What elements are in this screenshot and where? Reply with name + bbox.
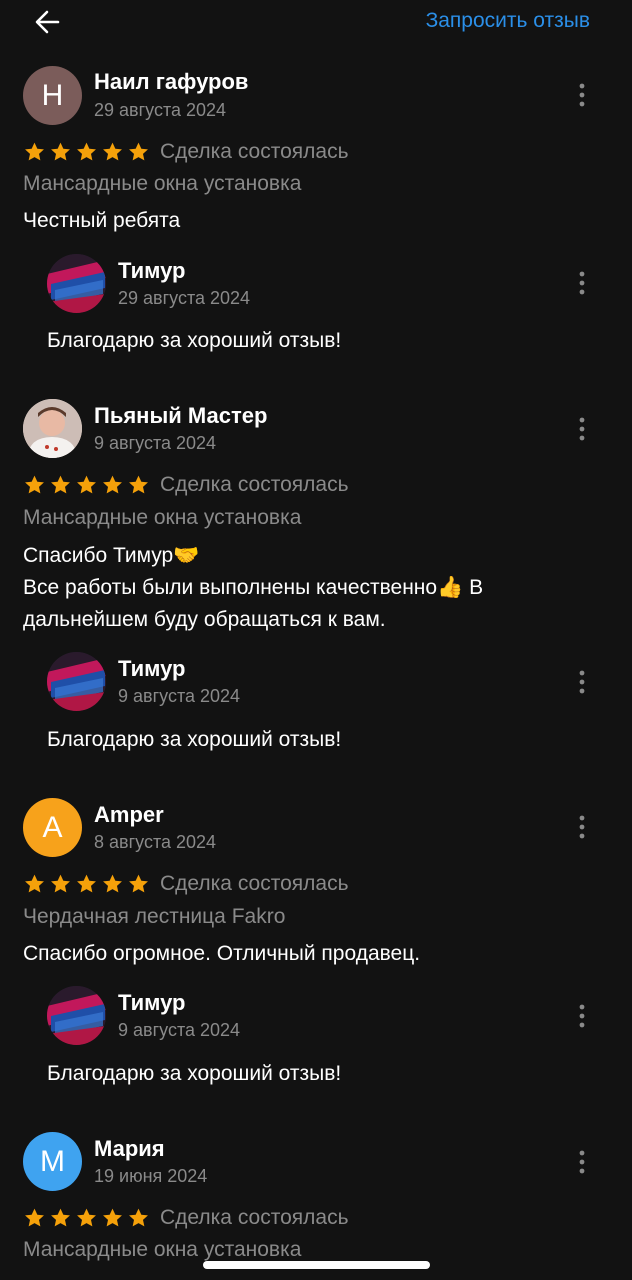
request-review-link[interactable]: Запросить отзыв	[426, 9, 590, 33]
deal-status: Сделка состоялась	[160, 140, 349, 163]
back-button[interactable]	[30, 6, 64, 38]
more-menu-button[interactable]	[571, 1147, 593, 1177]
deal-status: Сделка состоялась	[160, 1206, 349, 1229]
more-menu-button[interactable]	[571, 80, 593, 110]
reply-menu-button[interactable]	[571, 667, 593, 697]
star-rating	[23, 474, 150, 496]
avatar: Н	[23, 66, 82, 125]
review-category: Мансардные окна установка	[23, 1238, 302, 1261]
star-icon	[51, 142, 70, 161]
more-vertical-icon	[579, 271, 585, 295]
reviewer-name[interactable]: Amper	[94, 802, 164, 828]
star-icon	[77, 874, 96, 893]
star-icon	[77, 475, 96, 494]
reply-text: Благодарю за хороший отзыв!	[47, 1062, 342, 1085]
star-icon	[51, 475, 70, 494]
star-icon	[129, 475, 148, 494]
star-icon	[129, 142, 148, 161]
reply-menu-button[interactable]	[571, 268, 593, 298]
avatar	[23, 399, 82, 458]
review-date: 9 августа 2024	[94, 433, 217, 453]
review-date: 8 августа 2024	[94, 832, 217, 852]
rating-row: Сделка состоялась	[23, 871, 349, 897]
reply-text: Благодарю за хороший отзыв!	[47, 728, 342, 751]
star-icon	[103, 475, 122, 494]
more-menu-button[interactable]	[571, 414, 593, 444]
more-vertical-icon	[579, 1150, 585, 1174]
seller-avatar	[47, 254, 106, 313]
reviewer-name[interactable]: Пьяный Мастер	[94, 403, 267, 429]
reviewer-name[interactable]: Мария	[94, 1136, 165, 1162]
review-text: Спасибо Тимур🤝 Все работы были выполнены…	[23, 540, 608, 636]
review-text-line: Спасибо Тимур🤝	[23, 544, 200, 567]
seller-name[interactable]: Тимур	[118, 656, 186, 682]
reviewer-name[interactable]: Наил гафуров	[94, 69, 248, 95]
avatar: A	[23, 798, 82, 857]
star-icon	[51, 874, 70, 893]
star-icon	[103, 1208, 122, 1227]
review-date: 29 августа 2024	[94, 100, 227, 120]
seller-avatar	[47, 986, 106, 1045]
review-text-line: Спасибо огромное. Отличный продавец.	[23, 942, 421, 965]
reply-date: 9 августа 2024	[118, 1020, 241, 1040]
reply-text: Благодарю за хороший отзыв!	[47, 329, 342, 352]
star-icon	[25, 1208, 44, 1227]
avatar: М	[23, 1132, 82, 1191]
home-indicator[interactable]	[203, 1261, 430, 1269]
more-menu-button[interactable]	[571, 812, 593, 842]
star-icon	[103, 142, 122, 161]
star-icon	[77, 142, 96, 161]
reply-date: 29 августа 2024	[118, 288, 251, 308]
star-rating	[23, 141, 150, 163]
review-text-line: дальнейшем буду обращаться к вам.	[23, 608, 386, 631]
rating-row: Сделка состоялась	[23, 139, 349, 165]
star-icon	[103, 874, 122, 893]
star-icon	[77, 1208, 96, 1227]
star-icon	[129, 1208, 148, 1227]
more-vertical-icon	[579, 83, 585, 107]
more-vertical-icon	[579, 670, 585, 694]
review-date: 19 июня 2024	[94, 1166, 208, 1186]
deal-status: Сделка состоялась	[160, 872, 349, 895]
star-icon	[129, 874, 148, 893]
top-bar: Запросить отзыв	[0, 0, 632, 50]
star-icon	[25, 142, 44, 161]
arrow-left-icon	[35, 10, 60, 34]
seller-avatar	[47, 652, 106, 711]
review-text-line: Честный ребята	[23, 209, 181, 232]
review-text: Спасибо огромное. Отличный продавец.	[23, 938, 608, 970]
profile-photo	[23, 399, 82, 458]
review-text-line: Все работы были выполнены качественно👍 В	[23, 576, 484, 599]
star-rating	[23, 873, 150, 895]
star-icon	[51, 1208, 70, 1227]
review-category: Чердачная лестница Fakro	[23, 905, 286, 928]
review-text: Честный ребята	[23, 205, 608, 237]
star-rating	[23, 1207, 150, 1229]
star-icon	[25, 874, 44, 893]
rating-row: Сделка состоялась	[23, 1205, 349, 1231]
seller-name[interactable]: Тимур	[118, 258, 186, 284]
rating-row: Сделка состоялась	[23, 472, 349, 498]
reply-date: 9 августа 2024	[118, 686, 241, 706]
reply-menu-button[interactable]	[571, 1001, 593, 1031]
more-vertical-icon	[579, 1004, 585, 1028]
deal-status: Сделка состоялась	[160, 473, 349, 496]
more-vertical-icon	[579, 815, 585, 839]
review-category: Мансардные окна установка	[23, 506, 302, 529]
more-vertical-icon	[579, 417, 585, 441]
seller-name[interactable]: Тимур	[118, 990, 186, 1016]
review-category: Мансардные окна установка	[23, 172, 302, 195]
star-icon	[25, 475, 44, 494]
